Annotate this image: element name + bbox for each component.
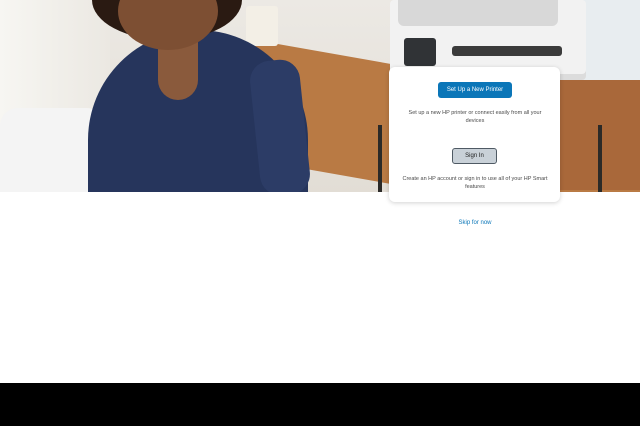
printer-output-slot [452, 46, 562, 56]
pencil-cup [246, 6, 278, 46]
printer-screen [404, 38, 436, 66]
setup-new-printer-button[interactable]: Set Up a New Printer [438, 82, 512, 98]
desk-leg [378, 125, 382, 192]
skip-for-now-link[interactable]: Skip for now [440, 219, 510, 228]
desk-leg [598, 125, 602, 192]
sign-in-description: Create an HP account or sign in to use a… [402, 176, 548, 190]
printer-lid [398, 0, 558, 26]
setup-description: Set up a new HP printer or connect easil… [408, 110, 542, 124]
bottom-bar [0, 383, 640, 426]
sign-in-button[interactable]: Sign In [452, 148, 497, 164]
